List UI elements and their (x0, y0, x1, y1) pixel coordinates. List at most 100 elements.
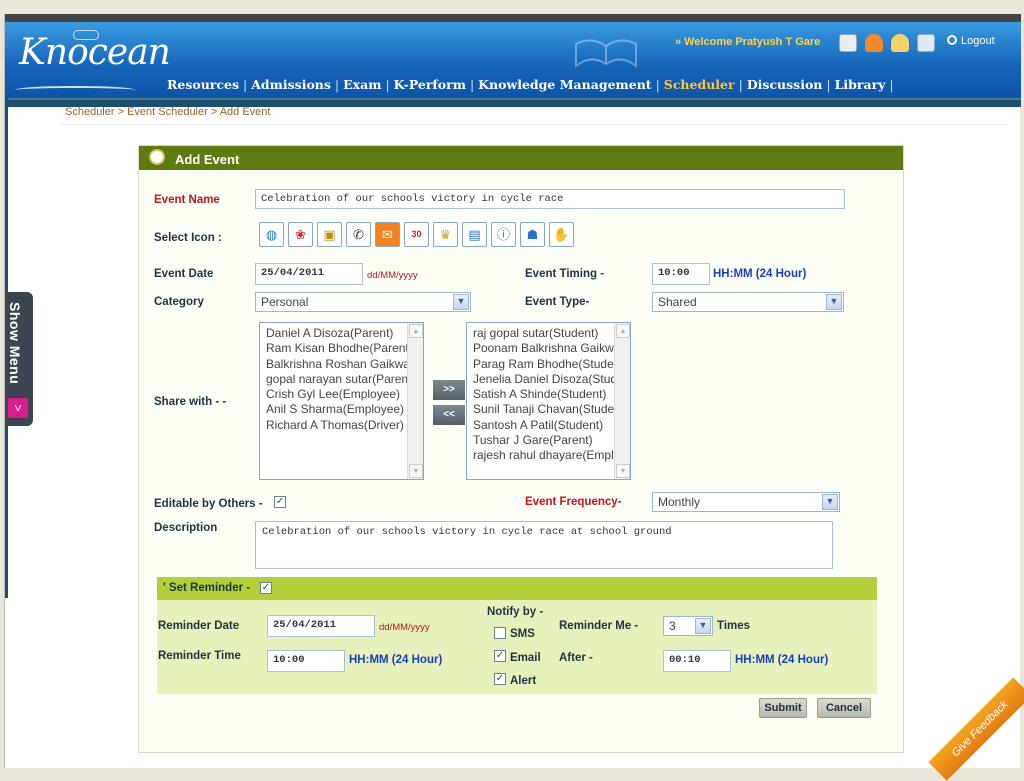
move-left-button[interactable]: << (433, 405, 465, 425)
event-frequency-select[interactable]: Monthly ▼ (652, 492, 840, 512)
package-icon[interactable]: ▣ (317, 222, 342, 247)
event-date-label: Event Date (154, 268, 214, 280)
logo[interactable]: Knocean (19, 30, 171, 73)
list-item[interactable]: Balkrishna Roshan Gaikwad (260, 357, 423, 372)
mail-icon[interactable]: ✉ (375, 222, 400, 247)
nav-admissions[interactable]: Admissions (251, 77, 331, 92)
document-icon[interactable] (839, 34, 857, 52)
reminder-time-input[interactable]: 10:00 (267, 650, 345, 672)
nav-k-perform[interactable]: K-Perform (394, 77, 466, 92)
list-item[interactable]: Anil S Sharma(Employee) (260, 402, 423, 417)
cancel-button[interactable]: Cancel (817, 698, 871, 718)
help-icon[interactable] (917, 34, 935, 52)
chevron-down-icon: ▼ (822, 494, 838, 510)
power-icon (947, 35, 957, 45)
sms-label: SMS (510, 628, 535, 640)
event-date-format-hint: dd/MM/yyyy (367, 270, 418, 281)
scrollbar[interactable]: ▲ ▼ (407, 323, 423, 479)
email-checkbox[interactable]: ✓ (494, 650, 506, 662)
editable-checkbox[interactable]: ✓ (274, 496, 286, 508)
category-value: Personal (261, 295, 309, 309)
list-item[interactable]: gopal narayan sutar(Parent) (260, 372, 423, 387)
main-nav: Resources | Admissions | Exam | K-Perform | … (167, 77, 894, 92)
event-timing-input[interactable]: 10:00 (652, 263, 710, 285)
chevron-down-icon: ▼ (695, 618, 711, 634)
available-users-list[interactable]: Daniel A Disoza(Parent) Ram Kisan Bhodhe… (259, 322, 424, 480)
reminder-time-format-hint: HH:MM (24 Hour) (349, 654, 443, 666)
panel-title: Add Event (139, 146, 903, 170)
nav-knowledge-management[interactable]: Knowledge Management (478, 77, 651, 92)
reminder-date-input[interactable]: 25/04/2011 (267, 615, 375, 637)
header: Knocean » Welcome Pratyush T Gare Logout… (5, 22, 1021, 98)
list-item[interactable]: raj gopal sutar(Student) (467, 326, 630, 341)
divider (59, 124, 1007, 125)
event-timing-label: Event Timing - (525, 268, 605, 280)
scroll-down-icon[interactable]: ▼ (409, 464, 423, 478)
list-item[interactable]: Sunil Tanaji Chavan(Student) (467, 402, 630, 417)
nav-library[interactable]: Library (835, 77, 886, 92)
set-reminder-checkbox[interactable]: ✓ (260, 582, 272, 594)
app-window: Knocean » Welcome Pratyush T Gare Logout… (4, 14, 1021, 768)
show-menu-arrow-icon: > (8, 398, 28, 418)
gift-icon[interactable]: ❀ (288, 222, 313, 247)
submit-button[interactable]: Submit (759, 698, 807, 718)
event-name-input[interactable]: Celebration of our schools victory in cy… (255, 189, 845, 209)
scroll-up-icon[interactable]: ▲ (409, 324, 423, 338)
event-badge-icon (149, 149, 165, 165)
phone-icon[interactable]: ✆ (346, 222, 371, 247)
list-item[interactable]: Satish A Shinde(Student) (467, 387, 630, 402)
nav-discussion[interactable]: Discussion (747, 77, 823, 92)
alert-checkbox[interactable]: ✓ (494, 673, 506, 685)
group-icon[interactable]: ☗ (520, 222, 545, 247)
notify-by-label: Notify by - (487, 606, 544, 618)
set-reminder-label: ' Set Reminder - (163, 582, 251, 594)
category-label: Category (154, 296, 204, 308)
after-input[interactable]: 00:10 (663, 650, 731, 672)
handshake-icon[interactable]: ✋ (549, 222, 574, 247)
editable-label: Editable by Others - (154, 498, 263, 510)
event-type-select[interactable]: Shared ▼ (652, 292, 844, 312)
category-select[interactable]: Personal ▼ (255, 292, 471, 312)
event-date-input[interactable]: 25/04/2011 (255, 263, 363, 285)
event-timing-format-hint: HH:MM (24 Hour) (713, 268, 807, 280)
scrollbar[interactable]: ▲ ▼ (614, 323, 630, 479)
users-icon[interactable] (891, 34, 909, 52)
panel-title-text: Add Event (175, 152, 240, 167)
nav-exam[interactable]: Exam (343, 77, 381, 92)
scroll-up-icon[interactable]: ▲ (616, 324, 630, 338)
top-border (5, 14, 1021, 22)
list-item[interactable]: Daniel A Disoza(Parent) (260, 326, 423, 341)
chevron-down-icon: ▼ (453, 294, 469, 310)
select-icon-label: Select Icon : (154, 232, 222, 244)
list-item[interactable]: rajesh rahul dhayare(Employee) (467, 448, 630, 463)
list-item[interactable]: Tushar J Gare(Parent) (467, 433, 630, 448)
selected-users-list[interactable]: raj gopal sutar(Student) Poonam Balkrish… (466, 322, 631, 480)
reminder-date-format-hint: dd/MM/yyyy (379, 622, 430, 633)
breadcrumb[interactable]: Scheduler > Event Scheduler > Add Event (65, 106, 270, 118)
info-icon[interactable]: ⓘ (491, 222, 516, 247)
scroll-down-icon[interactable]: ▼ (616, 464, 630, 478)
list-item[interactable]: Richard A Thomas(Driver) (260, 418, 423, 433)
list-item[interactable]: Crish Gyl Lee(Employee) (260, 387, 423, 402)
list-item[interactable]: Parag Ram Bhodhe(Student) (467, 357, 630, 372)
list-item[interactable]: Santosh A Patil(Student) (467, 418, 630, 433)
after-label: After - (559, 652, 593, 664)
user-icon[interactable] (865, 34, 883, 52)
list-item[interactable]: Ram Kisan Bhodhe(Parent) (260, 341, 423, 356)
sms-checkbox[interactable] (494, 627, 506, 639)
nav-resources[interactable]: Resources (167, 77, 239, 92)
after-format-hint: HH:MM (24 Hour) (735, 654, 829, 666)
window-icon[interactable]: ▤ (462, 222, 487, 247)
trophy-icon[interactable]: ♛ (433, 222, 458, 247)
logout-link[interactable]: Logout (947, 35, 995, 47)
move-right-button[interactable]: >> (433, 380, 465, 400)
list-item[interactable]: Poonam Balkrishna Gaikwad (467, 341, 630, 356)
nav-scheduler[interactable]: Scheduler (664, 77, 735, 92)
reminder-count-select[interactable]: 3 ▼ (663, 616, 713, 636)
calendar-icon[interactable]: 30 (404, 222, 429, 247)
globe-icon[interactable]: ◍ (259, 222, 284, 247)
list-item[interactable]: Jenelia Daniel Disoza(Student) (467, 372, 630, 387)
show-menu-tab[interactable]: Show Menu > (5, 292, 33, 426)
description-textarea[interactable]: Celebration of our schools victory in cy… (255, 521, 833, 569)
event-type-label: Event Type- (525, 296, 590, 308)
